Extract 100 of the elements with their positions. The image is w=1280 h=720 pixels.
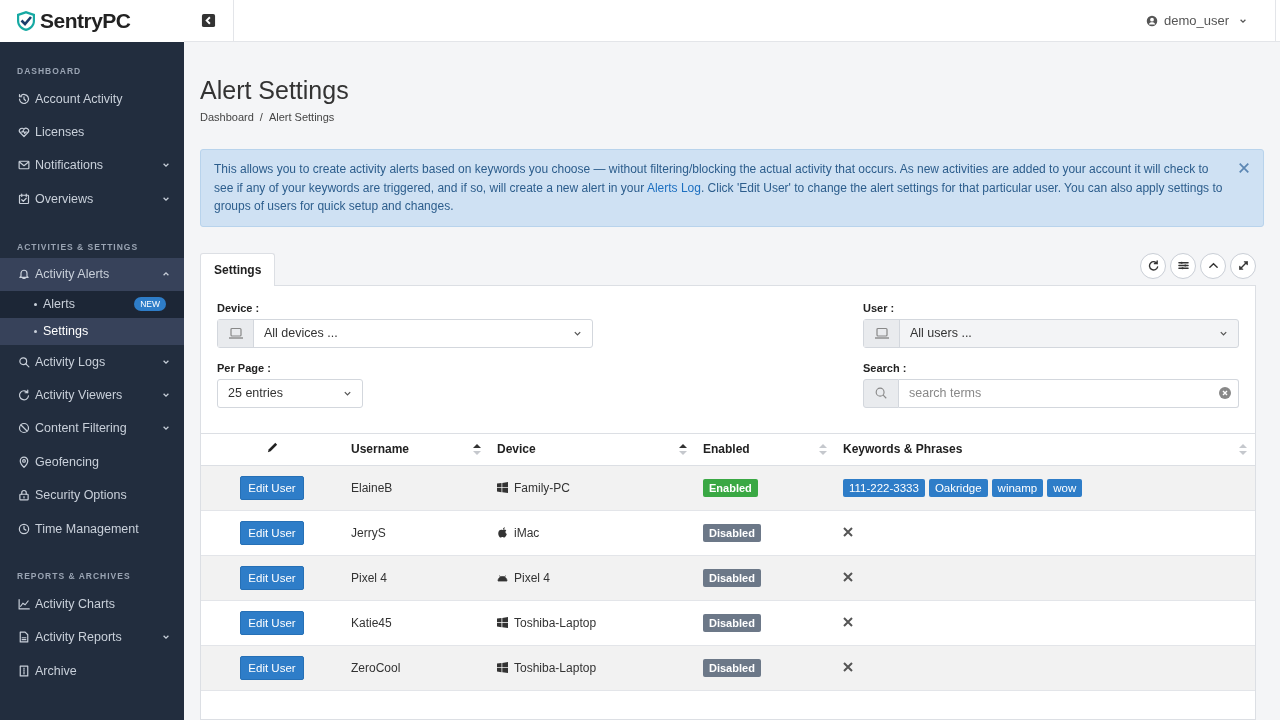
- shield-logo-icon: [16, 10, 36, 32]
- refresh-icon: [18, 389, 30, 402]
- collapse-button[interactable]: [1200, 252, 1226, 279]
- expand-button[interactable]: [1230, 252, 1256, 279]
- laptop-icon: [873, 326, 890, 340]
- table-cell: Toshiba-Laptop: [514, 615, 597, 630]
- new-badge: NEW: [134, 297, 166, 312]
- line-chart-icon: [18, 598, 30, 610]
- sidebar-item[interactable]: Notifications: [0, 148, 184, 183]
- chevron-up-icon: [1207, 260, 1219, 271]
- sidebar-item[interactable]: Activity Reports: [0, 620, 184, 655]
- sidebar-item[interactable]: Security Options: [0, 478, 184, 512]
- bell-icon: [18, 268, 30, 281]
- windows-logo-icon: [497, 482, 508, 493]
- sidebar-item[interactable]: Account Activity: [0, 82, 184, 116]
- laptop-icon: [227, 326, 244, 340]
- table-cell: Family-PC: [514, 480, 570, 495]
- user-menu[interactable]: demo_user: [1139, 0, 1276, 41]
- search-field[interactable]: search terms: [899, 378, 1239, 408]
- close-icon: [1238, 162, 1250, 174]
- map-pin-icon: [18, 455, 30, 468]
- status-badge: Disabled: [703, 613, 761, 632]
- close-button[interactable]: [1237, 162, 1251, 176]
- status-badge: Disabled: [703, 658, 761, 677]
- refresh-icon: [1147, 260, 1159, 271]
- device-select[interactable]: All devices ...: [217, 318, 593, 348]
- apple-logo-icon: [497, 527, 508, 538]
- edit-user-button[interactable]: Edit User: [240, 565, 304, 590]
- cross-icon: [843, 526, 853, 537]
- field-label: Device :: [217, 301, 261, 314]
- field-label: Search :: [863, 361, 908, 374]
- sidebar-subitem[interactable]: Alerts NEW: [0, 290, 184, 318]
- pencil-icon: [265, 441, 279, 454]
- brand-name: SentryPC: [40, 9, 131, 33]
- table-cell: ElaineB: [343, 465, 489, 510]
- table-cell: JerryS: [343, 510, 489, 555]
- table-cell: Pixel 4: [514, 570, 551, 585]
- table-cell: iMac: [514, 525, 540, 540]
- cross-icon: [843, 571, 853, 582]
- breadcrumb-link[interactable]: Dashboard: [200, 111, 254, 123]
- table-cell: Pixel 4: [343, 555, 489, 600]
- bullet-icon: [34, 329, 37, 333]
- user-select[interactable]: All users ...: [863, 318, 1239, 348]
- android-logo-icon: [497, 572, 508, 583]
- keyword-tag: 111-222-3333: [843, 478, 925, 497]
- per-page-select[interactable]: 25 entries: [217, 378, 363, 408]
- clear-icon[interactable]: [1219, 386, 1231, 399]
- column-header[interactable]: Device: [497, 442, 536, 456]
- heart-icon: [18, 126, 30, 139]
- sidebar-item[interactable]: Archive: [0, 654, 184, 688]
- ban-icon: [18, 422, 30, 435]
- edit-user-button[interactable]: Edit User: [240, 610, 304, 635]
- sidebar-item[interactable]: Time Management: [0, 511, 184, 546]
- cross-icon: [843, 661, 853, 672]
- user-avatar-icon: [1145, 14, 1158, 27]
- sidebar-item[interactable]: Content Filtering: [0, 411, 184, 446]
- refresh-button[interactable]: [1140, 252, 1166, 279]
- tab[interactable]: Settings: [200, 252, 276, 286]
- mail-icon: [18, 159, 30, 172]
- sidebar-subitem[interactable]: Settings: [0, 317, 184, 345]
- clock-icon: [18, 522, 30, 535]
- sort-icon[interactable]: [473, 443, 481, 455]
- column-header[interactable]: Username: [351, 442, 410, 456]
- lock-icon: [18, 489, 30, 502]
- sort-icon[interactable]: [679, 443, 687, 455]
- field-label: User :: [863, 301, 896, 314]
- table-cell: ZeroCool: [343, 645, 489, 690]
- table-cell: Katie45: [343, 600, 489, 645]
- cross-icon: [843, 616, 853, 627]
- collapse-icon: [201, 13, 216, 28]
- search-icon: [18, 355, 30, 368]
- history-icon: [18, 92, 30, 105]
- keyword-tag: Oakridge: [928, 478, 988, 497]
- sidebar-item[interactable]: Overviews: [0, 182, 184, 216]
- windows-logo-icon: [497, 662, 508, 673]
- expand-icon: [1237, 260, 1249, 271]
- settings-button[interactable]: [1170, 252, 1196, 279]
- edit-user-button[interactable]: Edit User: [240, 520, 304, 545]
- document-icon: [18, 631, 30, 644]
- sidebar-item[interactable]: Activity Logs: [0, 344, 184, 379]
- windows-logo-icon: [497, 617, 508, 628]
- keyword-tag: winamp: [991, 478, 1044, 497]
- sliders-icon: [1177, 260, 1189, 271]
- edit-user-button[interactable]: Edit User: [240, 475, 304, 500]
- edit-user-button[interactable]: Edit User: [240, 655, 304, 680]
- status-badge: Disabled: [703, 523, 761, 542]
- page-title: Alert Settings: [200, 76, 350, 105]
- section-heading: REPORTS & ARCHIVES: [16, 570, 132, 584]
- sidebar-item[interactable]: Licenses: [0, 115, 184, 149]
- column-header[interactable]: Enabled: [703, 442, 750, 456]
- archive-file-icon: [18, 664, 30, 677]
- field-label: Per Page :: [217, 361, 272, 374]
- alerts-log-link[interactable]: Alerts Log: [646, 180, 701, 195]
- sidebar-item[interactable]: Geofencing: [0, 445, 184, 479]
- sidebar-item[interactable]: Activity Charts: [0, 587, 184, 621]
- sidebar-item[interactable]: Activity Viewers: [0, 378, 184, 412]
- column-header[interactable]: Keywords & Phrases: [843, 442, 963, 456]
- breadcrumb-current: Alert Settings: [268, 111, 335, 123]
- sidebar-item[interactable]: Activity Alerts: [0, 257, 184, 291]
- status-badge: Enabled: [703, 478, 758, 497]
